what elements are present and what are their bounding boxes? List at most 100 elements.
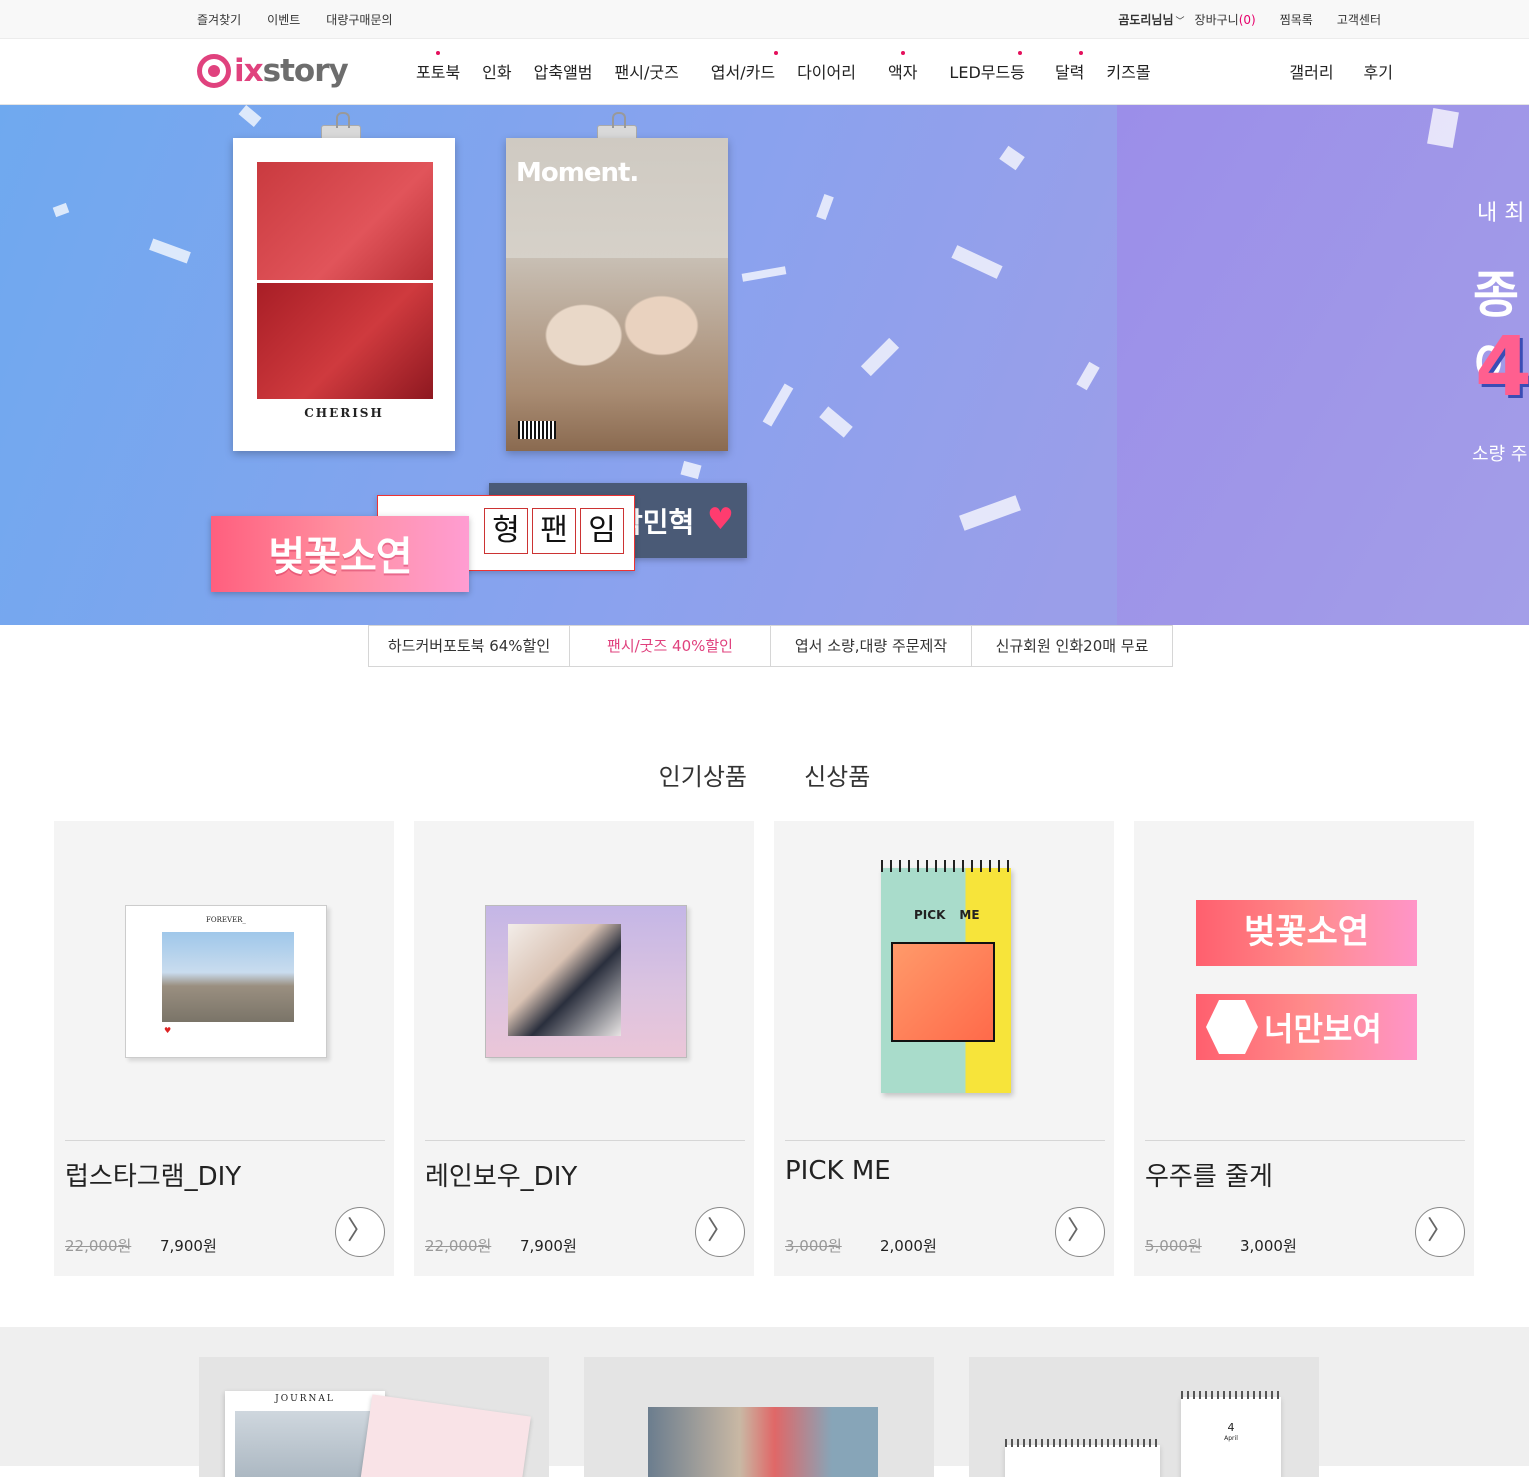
nav-gallery[interactable]: 갤러리 bbox=[1289, 59, 1333, 83]
grid-char: 팬 bbox=[532, 508, 576, 554]
user-name: 곰도리님님 bbox=[1118, 13, 1174, 27]
promo-tab-postcard[interactable]: 엽서 소량,대량 주문제작 bbox=[770, 625, 972, 667]
nav-diary[interactable]: 다이어리 bbox=[786, 59, 867, 83]
notebook-title: PICK ME bbox=[914, 908, 980, 922]
product-card[interactable]: 레인보우_DIY 22,000원 7,900원 〉 bbox=[414, 821, 754, 1276]
featured-card-calendar[interactable]: 4 April bbox=[969, 1357, 1319, 1477]
chevron-right-icon[interactable]: 〉 bbox=[1415, 1207, 1465, 1257]
promo-tab-fancy[interactable]: 팬시/굿즈 40%할인 bbox=[569, 625, 771, 667]
notebook-cover: PICK ME bbox=[881, 860, 1011, 1093]
product-thumb-pickme-notebook[interactable]: PICK ME bbox=[774, 821, 1114, 1141]
nav-calendar[interactable]: 달력 bbox=[1044, 51, 1095, 83]
original-price: 22,000원 bbox=[65, 1237, 132, 1255]
header-right-nav: 갤러리 후기 bbox=[1289, 59, 1393, 83]
utility-links-right: 곰도리님님 ﹀ 장바구니(0) 찜목록 고객센터 bbox=[1118, 11, 1381, 28]
notebook-photo bbox=[891, 942, 995, 1042]
nav-frame[interactable]: 액자 bbox=[877, 51, 928, 83]
moment-title: Moment. bbox=[516, 158, 639, 188]
journal-book-pink bbox=[357, 1394, 531, 1477]
product-name[interactable]: 럽스타그램_DIY bbox=[65, 1156, 241, 1193]
wishlist-link[interactable]: 찜목록 bbox=[1280, 11, 1313, 28]
hero-banner-slider[interactable]: CHERISH Moment. 박민혁 ♥ 형 팬 임 벚꽃소연 내 최 종이 … bbox=[0, 105, 1529, 625]
promo-tab-new-member[interactable]: 신규회원 인화20매 무료 bbox=[971, 625, 1173, 667]
portrait-photo-bottom bbox=[257, 283, 433, 399]
confetti-decoration bbox=[762, 383, 794, 427]
product-name[interactable]: 레인보우_DIY bbox=[425, 1156, 577, 1193]
slogan-text: 벚꽃소연 bbox=[268, 534, 412, 580]
nav-postcard[interactable]: 엽서/카드 bbox=[700, 51, 786, 83]
tab-popular[interactable]: 인기상품 bbox=[649, 757, 757, 797]
featured-card-journal[interactable]: JOURNAL bbox=[199, 1357, 549, 1477]
new-dot-icon bbox=[774, 51, 779, 55]
wall-calendar bbox=[1005, 1439, 1160, 1477]
new-dot-icon bbox=[436, 51, 441, 55]
event-link[interactable]: 이벤트 bbox=[267, 11, 300, 28]
heart-icon: ♥ bbox=[164, 1026, 172, 1035]
main-nav: 포토북 인화 압축앨범 팬시/굿즈 엽서/카드 다이어리 액자 LED무드등 달… bbox=[405, 51, 1162, 83]
bulk-order-link[interactable]: 대량구매문의 bbox=[326, 11, 392, 28]
product-grid: FOREVER_ ♥ 럽스타그램_DIY 22,000원 7,900원 〉 레인… bbox=[54, 821, 1474, 1276]
featured-category-section: JOURNAL 4 April bbox=[0, 1327, 1529, 1477]
sale-price: 7,900원 bbox=[160, 1237, 217, 1255]
promo-tab-photobook[interactable]: 하드커버포토북 64%할인 bbox=[368, 625, 570, 667]
chevron-right-icon[interactable]: 〉 bbox=[335, 1207, 385, 1257]
product-thumb-instagram-book[interactable]: FOREVER_ ♥ bbox=[54, 821, 394, 1141]
confetti-decoration bbox=[1076, 361, 1100, 391]
journal-book: JOURNAL bbox=[225, 1391, 385, 1477]
utility-bar: 즐겨찾기 이벤트 대량구매문의 곰도리님님 ﹀ 장바구니(0) 찜목록 고객센터 bbox=[0, 0, 1529, 39]
confetti-decoration bbox=[238, 105, 262, 128]
cherish-title: CHERISH bbox=[304, 406, 384, 420]
main-header: ixstory 포토북 인화 압축앨범 팬시/굿즈 엽서/카드 다이어리 액자 … bbox=[0, 39, 1529, 105]
product-card[interactable]: FOREVER_ ♥ 럽스타그램_DIY 22,000원 7,900원 〉 bbox=[54, 821, 394, 1276]
nav-print[interactable]: 인화 bbox=[471, 59, 522, 83]
original-price: 5,000원 bbox=[1145, 1237, 1202, 1255]
nav-compressed-album[interactable]: 압축앨범 bbox=[523, 59, 604, 83]
product-card[interactable]: 벚꽃소연 너만보여 우주를 줄게 5,000원 3,000원 〉 bbox=[1134, 821, 1474, 1276]
confetti-decoration bbox=[816, 194, 834, 220]
chevron-right-icon[interactable]: 〉 bbox=[695, 1207, 745, 1257]
product-section-tabs: 인기상품 신상품 bbox=[0, 757, 1529, 797]
new-dot-icon bbox=[900, 51, 905, 55]
product-name[interactable]: 우주를 줄게 bbox=[1145, 1156, 1273, 1193]
new-dot-icon bbox=[1017, 51, 1022, 55]
nav-kids-mall[interactable]: 키즈몰 bbox=[1095, 59, 1161, 83]
grid-char: 형 bbox=[484, 508, 528, 554]
desk-calendar: 4 April bbox=[1181, 1391, 1281, 1477]
cart-link[interactable]: 장바구니(0) bbox=[1195, 11, 1256, 28]
original-price: 3,000원 bbox=[785, 1237, 842, 1255]
chevron-right-icon[interactable]: 〉 bbox=[1055, 1207, 1105, 1257]
nav-led-mood-light[interactable]: LED무드등 bbox=[938, 51, 1036, 83]
promo-tab-list: 하드커버포토북 64%할인 팬시/굿즈 40%할인 엽서 소량,대량 주문제작 … bbox=[368, 625, 1173, 667]
product-name[interactable]: PICK ME bbox=[785, 1156, 891, 1186]
product-thumb-rainbow-book[interactable] bbox=[414, 821, 754, 1141]
spiral-binding-icon bbox=[1181, 1391, 1281, 1399]
nav-fancy-goods[interactable]: 팬시/굿즈 bbox=[604, 59, 690, 83]
nav-photobook[interactable]: 포토북 bbox=[405, 51, 471, 83]
product-card[interactable]: PICK ME PICK ME 3,000원 2,000원 〉 bbox=[774, 821, 1114, 1276]
cherish-poster: CHERISH bbox=[233, 138, 455, 451]
hero-headline-sub: 소량 주 bbox=[1472, 444, 1528, 465]
user-menu[interactable]: 곰도리님님 ﹀ bbox=[1118, 11, 1184, 28]
sale-price: 7,900원 bbox=[520, 1237, 577, 1255]
utility-links-left: 즐겨찾기 이벤트 대량구매문의 bbox=[197, 11, 393, 28]
confetti-decoration bbox=[959, 495, 1021, 531]
grid-char: 임 bbox=[580, 508, 624, 554]
book-cover bbox=[485, 905, 687, 1058]
original-price: 22,000원 bbox=[425, 1237, 492, 1255]
support-link[interactable]: 고객센터 bbox=[1337, 11, 1381, 28]
nav-reviews[interactable]: 후기 bbox=[1364, 59, 1393, 83]
product-thumb-slogan-banners[interactable]: 벚꽃소연 너만보여 bbox=[1134, 821, 1474, 1141]
slogan-banner-1: 벚꽃소연 bbox=[1196, 900, 1417, 966]
bookmark-link[interactable]: 즐겨찾기 bbox=[197, 11, 241, 28]
book-cover-title: FOREVER_ bbox=[206, 916, 246, 924]
card-divider bbox=[785, 1140, 1105, 1141]
pixstory-logo[interactable]: ixstory bbox=[197, 51, 349, 91]
featured-card-prints[interactable] bbox=[584, 1357, 934, 1477]
confetti-decoration bbox=[52, 202, 70, 218]
book-cover: FOREVER_ ♥ bbox=[125, 905, 327, 1058]
sale-price: 2,000원 bbox=[880, 1237, 937, 1255]
spiral-binding-icon bbox=[881, 860, 1011, 872]
hero-headline-line1: 내 최 bbox=[1477, 201, 1525, 226]
tab-new-products[interactable]: 신상품 bbox=[804, 757, 870, 792]
barcode-icon bbox=[518, 421, 556, 439]
